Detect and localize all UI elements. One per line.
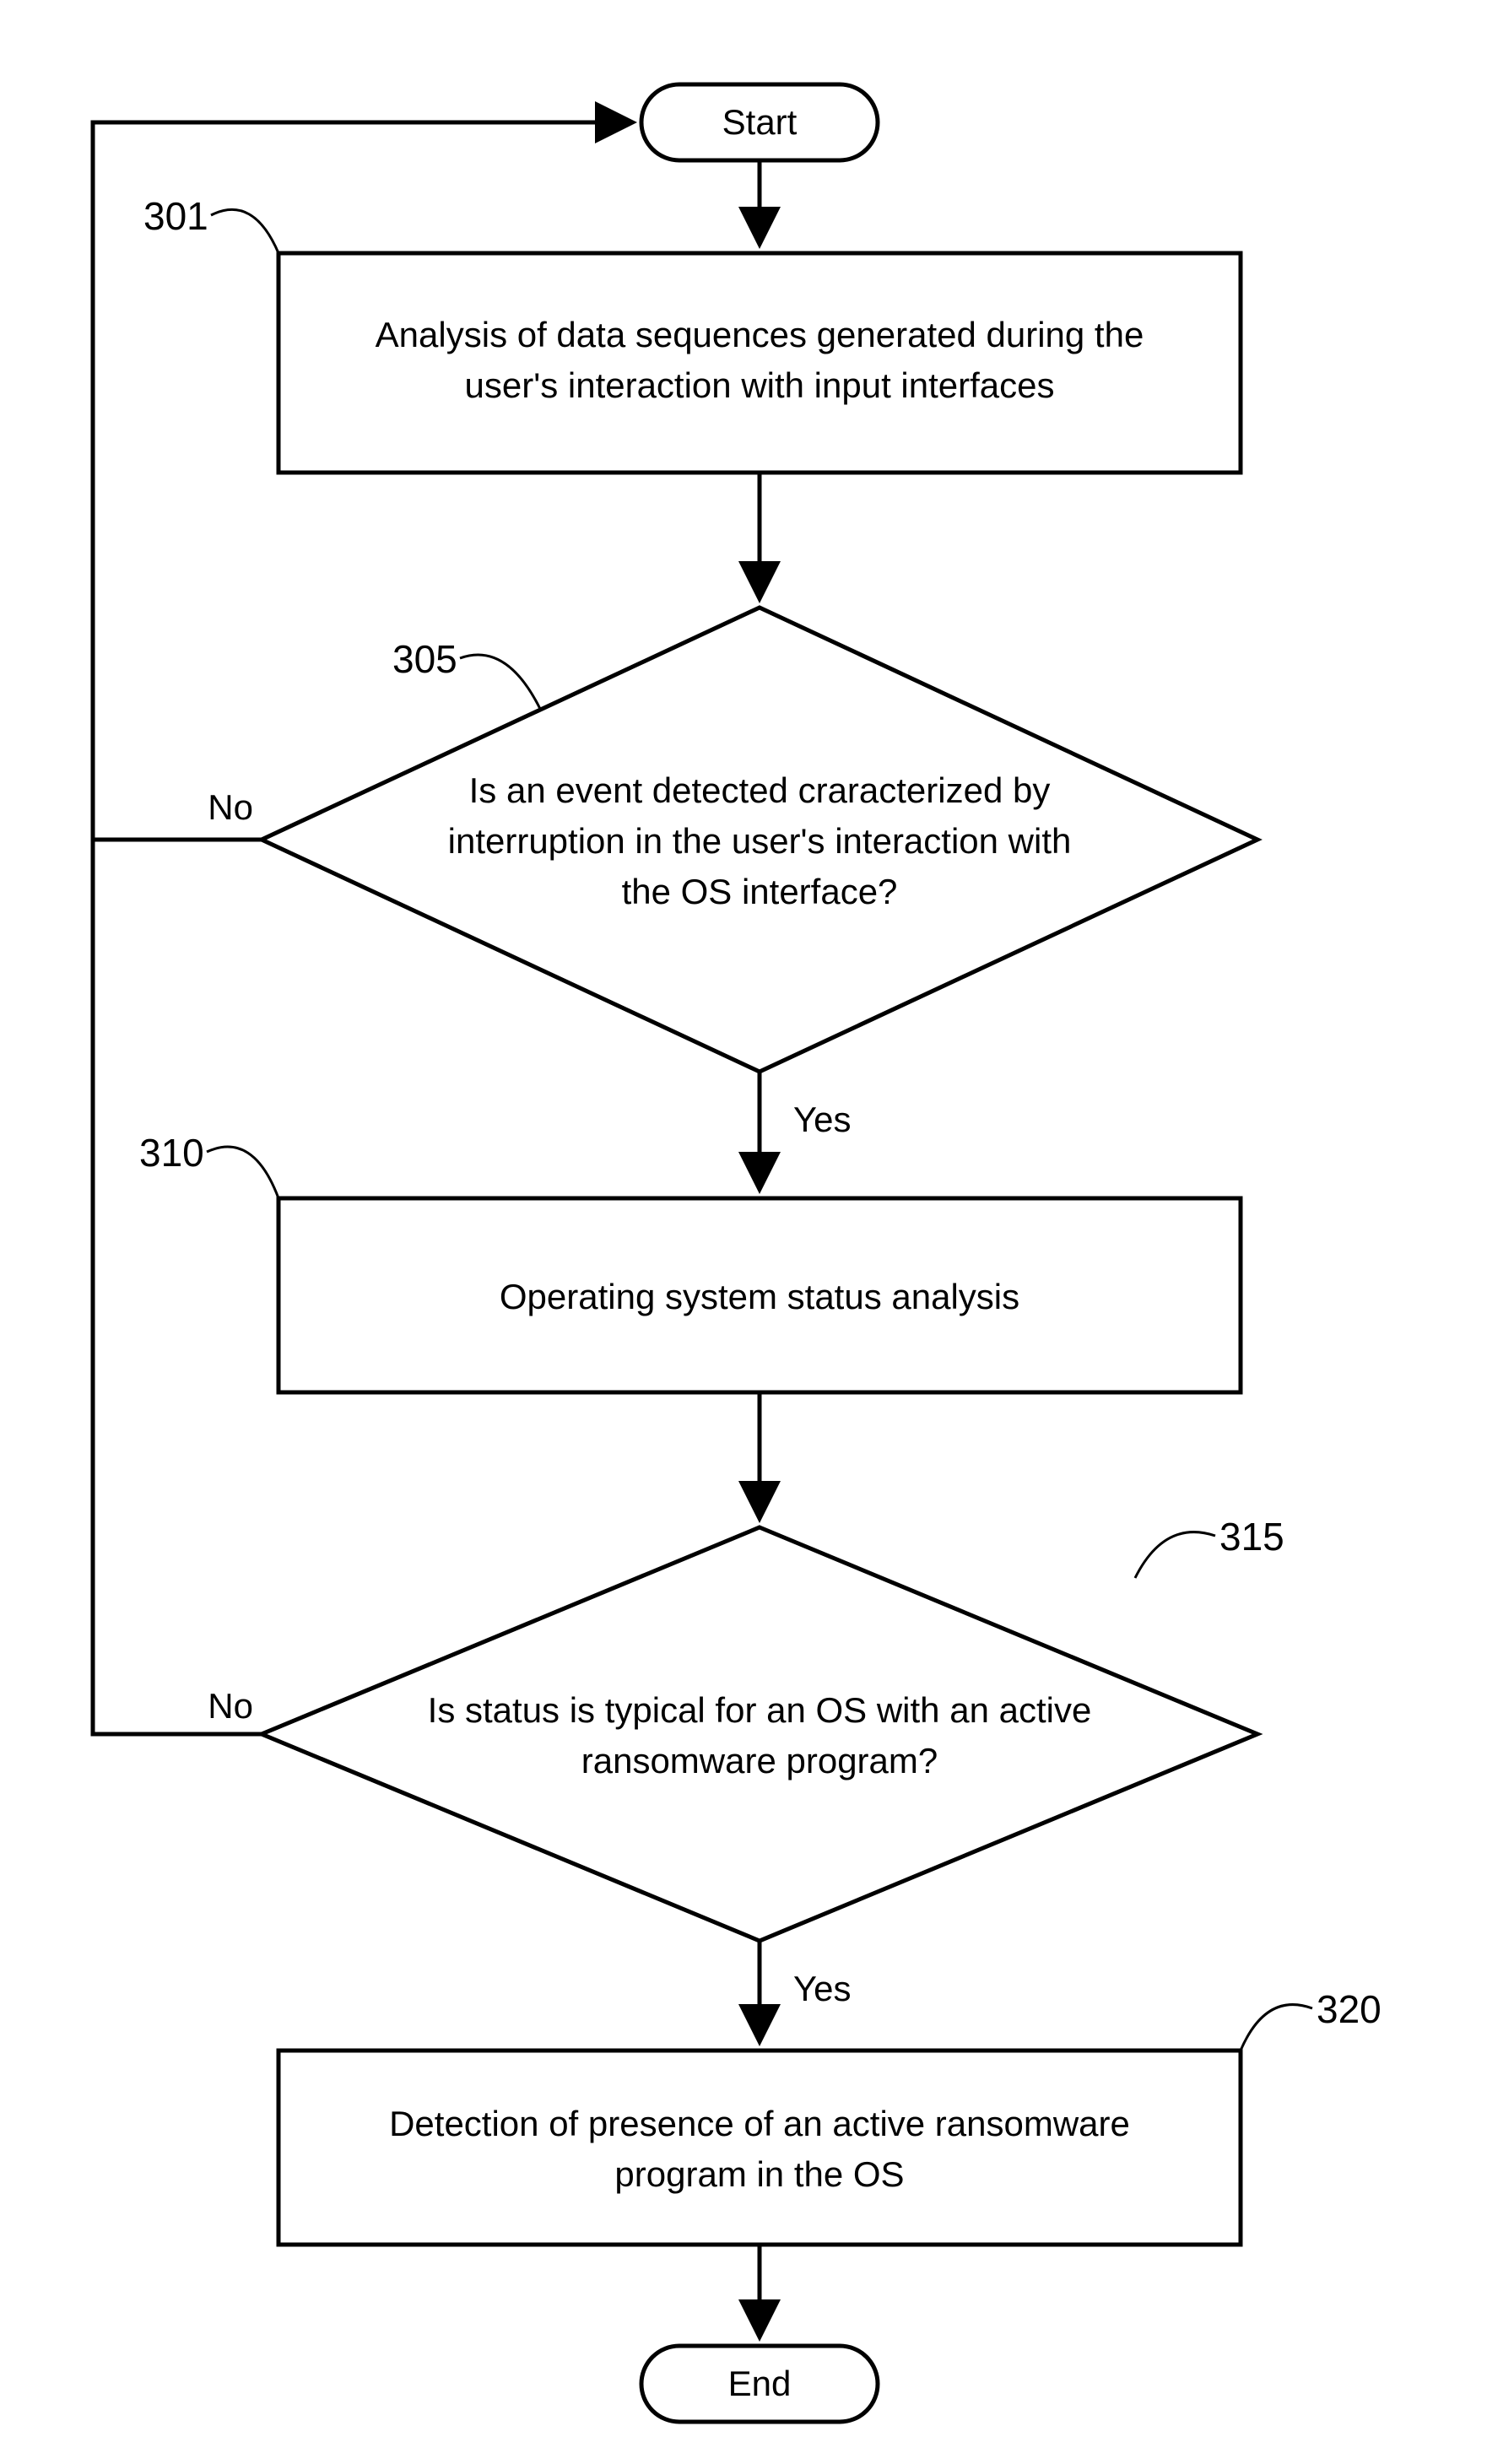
ref-320-curve bbox=[1241, 2005, 1312, 2051]
step1-process: Analysis of data sequences generated dur… bbox=[278, 253, 1241, 473]
flowchart: Start Analysis of data sequences generat… bbox=[0, 0, 1487, 2464]
decision1-line2: interruption in the user's interaction w… bbox=[448, 821, 1072, 861]
decision2: Is status is typical for an OS with an a… bbox=[262, 1527, 1257, 1941]
ref-310-curve bbox=[207, 1147, 278, 1198]
decision2-no-label: No bbox=[208, 1686, 253, 1726]
start-terminal: Start bbox=[641, 84, 878, 160]
decision1-yes-label: Yes bbox=[793, 1100, 852, 1139]
ref-305-curve bbox=[460, 655, 540, 709]
end-label: End bbox=[728, 2364, 792, 2403]
step5-line2: program in the OS bbox=[614, 2154, 904, 2194]
ref-305: 305 bbox=[392, 637, 457, 681]
decision1-no-label: No bbox=[208, 787, 253, 827]
step1-line2: user's interaction with input interfaces bbox=[464, 365, 1054, 405]
decision1-line3: the OS interface? bbox=[622, 872, 898, 911]
step3-process: Operating system status analysis bbox=[278, 1198, 1241, 1392]
step3-label: Operating system status analysis bbox=[500, 1277, 1019, 1316]
step5-process: Detection of presence of an active ranso… bbox=[278, 2051, 1241, 2245]
decision2-line2: ransomware program? bbox=[581, 1741, 938, 1780]
start-label: Start bbox=[722, 102, 798, 142]
step5-line1: Detection of presence of an active ranso… bbox=[389, 2104, 1130, 2143]
decision2-yes-label: Yes bbox=[793, 1969, 852, 2008]
ref-320: 320 bbox=[1317, 1987, 1382, 2031]
ref-301-curve bbox=[211, 209, 278, 253]
ref-315: 315 bbox=[1219, 1515, 1284, 1559]
ref-310: 310 bbox=[139, 1131, 204, 1175]
connector-decision2-no-rail bbox=[93, 840, 262, 1734]
ref-301: 301 bbox=[143, 194, 208, 238]
decision1-line1: Is an event detected craracterized by bbox=[469, 770, 1051, 810]
ref-315-curve bbox=[1135, 1532, 1215, 1578]
step1-line1: Analysis of data sequences generated dur… bbox=[376, 315, 1144, 354]
decision2-line1: Is status is typical for an OS with an a… bbox=[428, 1690, 1092, 1730]
end-terminal: End bbox=[641, 2346, 878, 2422]
